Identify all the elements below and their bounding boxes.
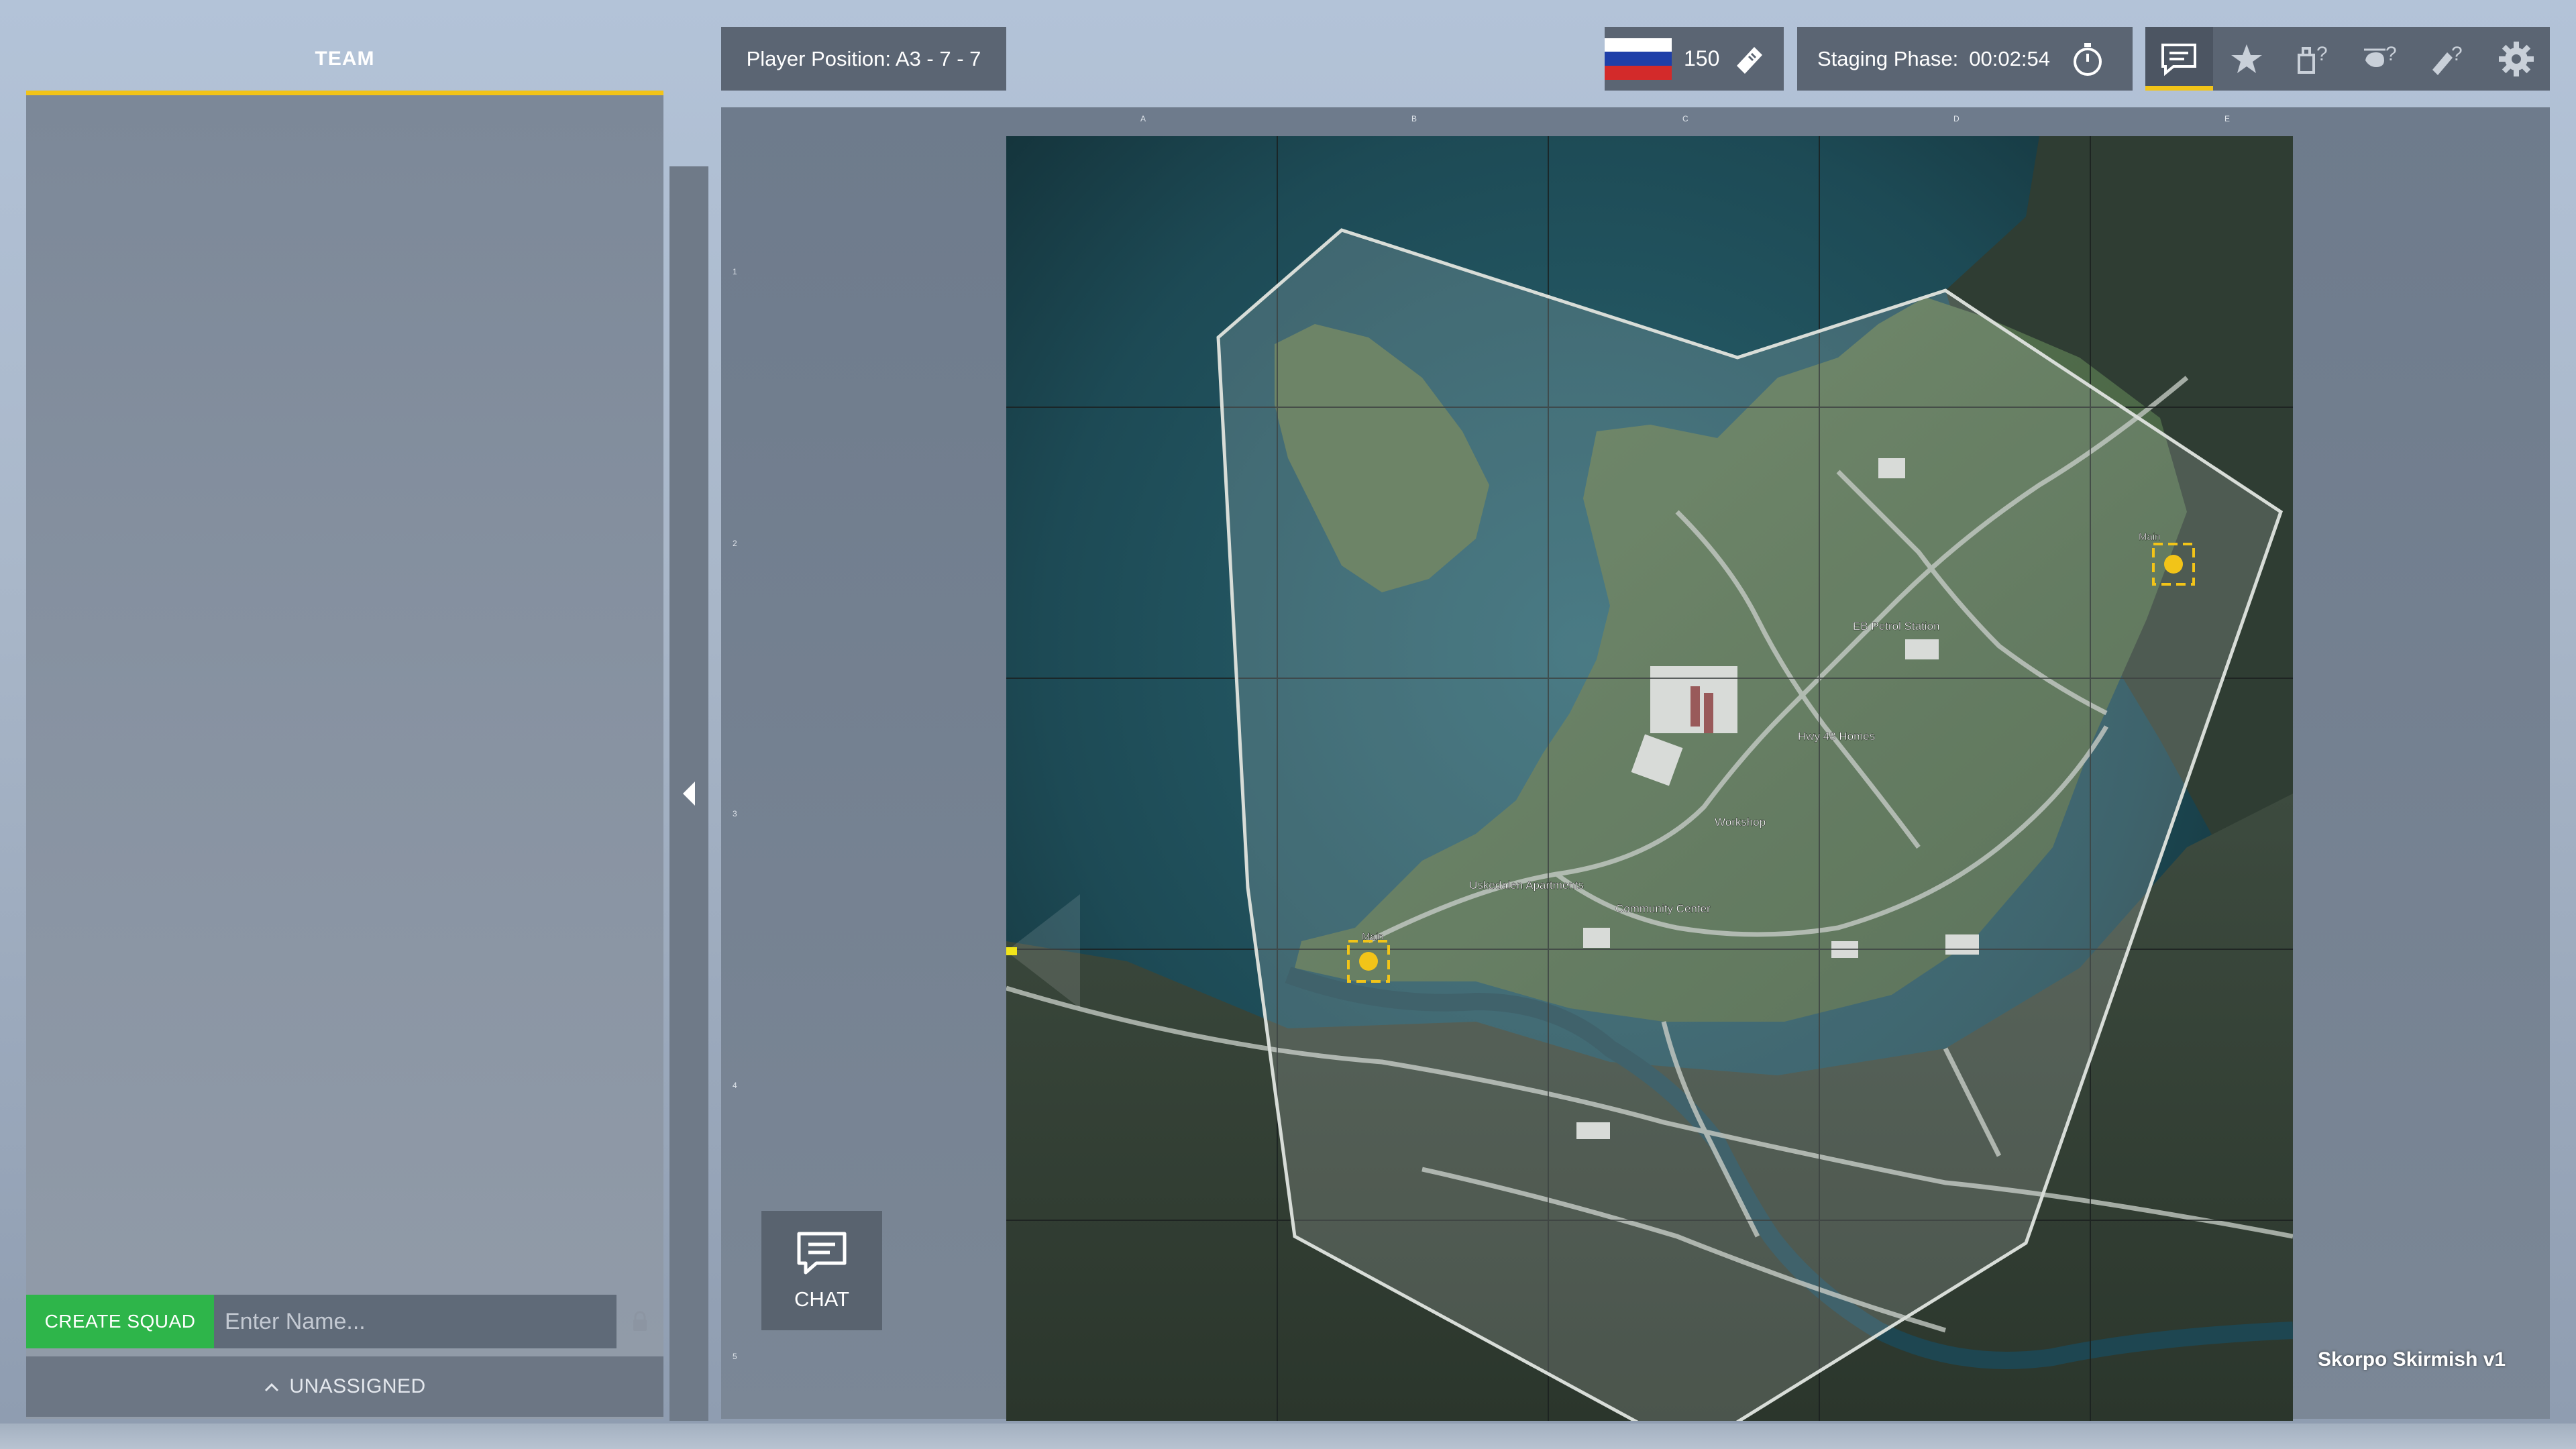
team-panel: TEAM CREATE SQUAD UNASSIGNED [26,27,663,1419]
team-tab[interactable]: TEAM [26,27,663,91]
unassigned-toggle[interactable]: UNASSIGNED [26,1356,663,1417]
team-tab-indicator [26,91,663,95]
vehicle-help-button[interactable]: ? [2280,27,2348,91]
grid-row-label: 2 [733,539,737,548]
chat-button[interactable]: CHAT [761,1211,882,1330]
collapse-panel-button[interactable] [669,166,708,1421]
map-row-labels: 1 2 3 4 5 [733,136,746,1421]
location-petrol-station: EB Petrol Station [1853,620,1939,633]
location-workshop: Workshop [1715,816,1766,828]
deployable-help-icon: ? [2432,43,2463,75]
grid-row-label: 5 [733,1352,737,1361]
create-squad-row: CREATE SQUAD [26,1295,663,1348]
favorites-button[interactable] [2213,27,2281,91]
grid-column-label: C [1682,114,1688,123]
location-community-center: Community Center [1615,902,1711,915]
vehicle-help-icon: ? [2298,43,2328,74]
grid-column-label: B [1411,114,1417,123]
helicopter-help-button[interactable]: ? [2348,27,2416,91]
location-apartments: Uskedalen Apartments [1469,879,1584,892]
ticket-count: 150 [1684,46,1720,70]
chevron-left-icon [683,782,695,806]
chat-icon [2161,43,2197,76]
settings-button[interactable] [2483,27,2551,91]
team-title: TEAM [315,47,375,70]
chat-toggle-button[interactable] [2145,27,2213,91]
svg-text:?: ? [2316,43,2328,65]
chat-bubble-icon [797,1232,847,1275]
create-squad-button[interactable]: CREATE SQUAD [26,1295,214,1348]
team-tickets: 150 [1605,27,1784,91]
map-toolbar: ? ? ? [2145,27,2550,91]
grid-row-label: 3 [733,809,737,818]
staging-label: Staging Phase: [1817,46,1959,70]
lock-icon[interactable] [616,1295,663,1348]
tactical-map[interactable]: EB Petrol Station Hwy 48 Homes Workshop … [1006,136,2293,1421]
grid-row-label: 1 [733,267,737,276]
chat-button-label: CHAT [794,1287,850,1311]
location-main-east: Main [2139,531,2161,543]
unassigned-label: UNASSIGNED [289,1375,426,1397]
grid-column-label: E [2224,114,2231,123]
helicopter-help-icon: ? [2363,43,2397,67]
ticket-icon [1737,46,1763,74]
grid-row-label: 4 [733,1081,737,1090]
settings-gear-icon [2498,41,2534,76]
chevron-up-icon [264,1375,280,1398]
map-image: EB Petrol Station Hwy 48 Homes Workshop … [1006,136,2293,1421]
team-list [26,95,663,1419]
staging-phase: Staging Phase: 00:02:54 [1797,27,2133,91]
svg-text:?: ? [2385,43,2397,65]
player-position: Player Position: A3 - 7 - 7 [721,27,1006,91]
stopwatch-icon [2073,42,2102,76]
svg-text:?: ? [2451,43,2463,65]
staging-timer: 00:02:54 [1969,46,2050,70]
deployable-help-button[interactable]: ? [2415,27,2483,91]
russia-flag-icon [1605,38,1672,80]
squad-name-input[interactable] [214,1295,616,1348]
map-column-labels: A B C D E [1006,114,2293,127]
player-position-text: Player Position: A3 - 7 - 7 [746,46,981,70]
bottom-strip [0,1424,2576,1449]
grid-column-label: D [1953,114,1960,123]
grid-column-label: A [1140,114,1146,123]
map-name: Skorpo Skirmish v1 [2318,1348,2506,1371]
location-hwy-homes: Hwy 48 Homes [1798,730,1875,743]
favorite-star-icon [2231,44,2262,73]
